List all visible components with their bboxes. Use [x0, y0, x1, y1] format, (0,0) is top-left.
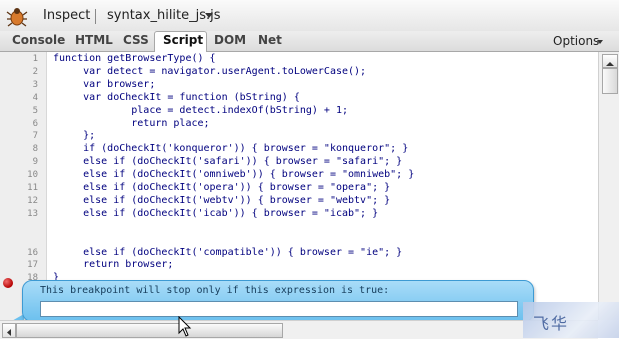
line-number[interactable]: 9 [14, 157, 38, 167]
code-line: function getBrowserType() { [53, 53, 216, 64]
line-number[interactable]: 7 [14, 131, 38, 141]
code-line: }; [53, 130, 96, 142]
chevron-down-icon[interactable] [597, 40, 603, 44]
code-line: else if (doCheckIt('safari')) { browser … [53, 156, 403, 168]
watermark: 飞华 [523, 302, 619, 338]
tab-dom[interactable]: DOM [214, 33, 246, 47]
code-line: else if (doCheckIt('omniweb')) { browser… [53, 169, 415, 181]
breakpoint-condition-input[interactable] [40, 301, 518, 317]
chevron-down-icon[interactable] [205, 13, 213, 18]
horizontal-scrollbar[interactable] [0, 320, 598, 339]
watermark-text: 飞华 [533, 314, 570, 333]
code-line: if (doCheckIt('konqueror')) { browser = … [53, 143, 409, 155]
line-number[interactable]: 16 [14, 248, 38, 258]
inspect-button[interactable]: Inspect [43, 8, 90, 23]
breakpoint-condition-label: This breakpoint will stop only if this e… [40, 285, 390, 296]
horizontal-scroll-thumb[interactable] [16, 323, 283, 338]
line-number[interactable]: 2 [14, 67, 38, 77]
tab-css[interactable]: CSS [123, 33, 149, 47]
tab-net[interactable]: Net [258, 33, 282, 47]
toolbar-divider [95, 9, 96, 24]
code-line: else if (doCheckIt('opera')) { browser =… [53, 182, 391, 193]
line-number[interactable]: 8 [14, 144, 38, 154]
script-file-selector[interactable]: syntax_hilite_js.js [107, 8, 221, 23]
code-line: else if (doCheckIt('webtv')) { browser =… [53, 194, 391, 206]
conditional-breakpoint-popup: This breakpoint will stop only if this e… [22, 280, 534, 320]
toolbar: Inspect syntax_hilite_js.js [0, 0, 619, 32]
line-number[interactable]: 6 [14, 119, 38, 129]
line-number[interactable]: 13 [14, 209, 38, 219]
code-line: return place; [53, 117, 210, 129]
line-number[interactable]: 5 [14, 106, 38, 116]
line-number[interactable]: 3 [14, 80, 38, 90]
arrow-left-icon [7, 329, 11, 336]
code-line: else if (doCheckIt('icab')) { browser = … [53, 207, 379, 219]
code-line: place = detect.indexOf(bString) + 1; [53, 104, 349, 116]
firebug-icon[interactable] [6, 5, 28, 27]
code-line: else if (doCheckIt('compatible')) { brow… [53, 246, 403, 258]
code-line: var doCheckIt = function (bString) { [53, 91, 300, 103]
vertical-scroll-thumb[interactable] [602, 68, 618, 94]
code-line: var browser; [53, 78, 156, 90]
line-number[interactable]: 11 [14, 183, 38, 193]
tab-console[interactable]: Console [12, 33, 65, 47]
line-number[interactable]: 1 [14, 54, 38, 64]
tab-html[interactable]: HTML [75, 33, 113, 47]
code-line: return browser; [53, 259, 174, 271]
code-line: var detect = navigator.userAgent.toLower… [53, 65, 367, 77]
mouse-cursor-icon [178, 316, 192, 337]
line-number[interactable]: 12 [14, 196, 38, 206]
script-source-view[interactable]: 1234567891011121316171819 function getBr… [0, 52, 598, 320]
line-number[interactable]: 10 [14, 170, 38, 180]
options-menu[interactable]: Options [553, 34, 599, 48]
vertical-scrollbar[interactable] [598, 52, 619, 320]
scroll-left-button[interactable] [2, 323, 16, 338]
tab-script[interactable]: Script [163, 33, 203, 47]
panel-tabs: Console HTML CSS Script DOM Net Options [0, 31, 619, 53]
line-number[interactable]: 4 [14, 93, 38, 103]
line-number[interactable]: 17 [14, 260, 38, 270]
breakpoint-icon[interactable] [3, 278, 13, 288]
scroll-up-button[interactable] [602, 54, 618, 68]
